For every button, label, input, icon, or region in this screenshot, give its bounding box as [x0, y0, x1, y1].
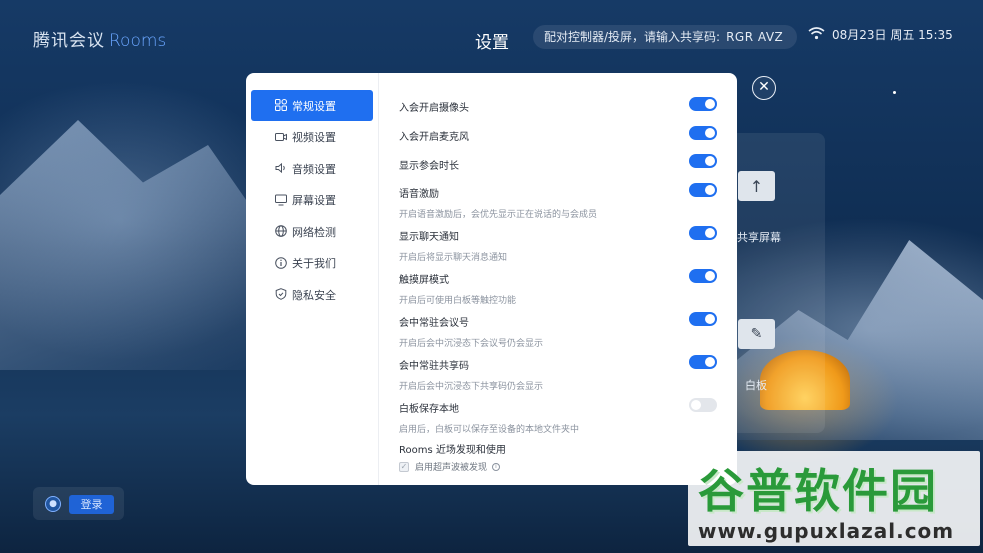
- watermark-brand: 谷普软件园: [698, 464, 938, 518]
- ultrasonic-discovery-checkbox[interactable]: ✓: [399, 461, 409, 472]
- ultrasonic-discovery-row: ✓ 启用超声波被发现 i: [399, 460, 501, 473]
- setting-description: 开启后可使用白板等触控功能: [399, 296, 517, 306]
- logo-main-text: 腾讯会议: [33, 31, 105, 51]
- settings-dialog: 常规设置 视频设置 音频设置 屏幕设置 网络检测 关于我们 隐私安全 入会开启摄…: [246, 73, 737, 485]
- setting-title: 语音激励: [399, 189, 439, 200]
- sidebar-item-network[interactable]: 网络检测: [251, 216, 373, 247]
- sidebar-item-screen[interactable]: 屏幕设置: [251, 185, 373, 216]
- share-code: RGR AVZ: [726, 30, 784, 44]
- setting-title: 入会开启麦克风: [399, 132, 469, 143]
- setting-description: 开启后会中沉浸态下会议号仍会显示: [399, 339, 544, 349]
- pen-icon: ✎: [750, 326, 763, 342]
- site-watermark: 谷普软件园 www.gupuxlazal.com: [688, 451, 980, 546]
- grid-icon: [275, 99, 287, 111]
- sidebar-item-about[interactable]: 关于我们: [251, 248, 373, 279]
- setting-description: 开启后会中沉浸态下共享码仍会显示: [399, 382, 544, 392]
- sidebar-item-label: 屏幕设置: [292, 194, 336, 207]
- setting-camera-on-join: 入会开启摄像头: [399, 99, 729, 114]
- info-icon: [275, 256, 287, 269]
- setting-title: 触摸屏模式: [399, 275, 449, 286]
- sidebar-item-label: 网络检测: [292, 225, 336, 239]
- setting-title: 显示参会时长: [399, 161, 459, 172]
- sidebar-item-video[interactable]: 视频设置: [251, 122, 373, 153]
- toggle-pin-meeting-id[interactable]: [689, 312, 717, 326]
- decorative-dot: [893, 91, 896, 94]
- toggle-chat-notify[interactable]: [689, 226, 717, 240]
- info-icon[interactable]: i: [492, 462, 501, 471]
- toggle-mic-on-join[interactable]: [689, 126, 717, 140]
- watermark-url: www.gupuxlazal.com: [698, 519, 955, 543]
- setting-pin-meeting-id: 会中常驻会议号 开启后会中沉浸态下会议号仍会显示: [399, 314, 729, 349]
- sidebar-item-label: 隐私安全: [292, 288, 336, 302]
- setting-description: 开启语音激励后，会优先显示正在说话的与会成员: [399, 210, 598, 220]
- setting-whiteboard-save-local: 白板保存本地 启用后，白板可以保存至设备的本地文件夹中: [399, 400, 729, 435]
- sidebar-item-label: 音频设置: [292, 162, 336, 176]
- whiteboard-label: 白板: [745, 379, 767, 392]
- logo-rooms-text: Rooms: [109, 31, 167, 51]
- whiteboard-button[interactable]: ✎: [738, 319, 775, 349]
- setting-voice-activation: 语音激励 开启语音激励后，会优先显示正在说话的与会成员: [399, 185, 729, 220]
- toggle-camera-on-join[interactable]: [689, 97, 717, 111]
- settings-content: 入会开启摄像头 入会开启麦克风 显示参会时长 语音激励 开启语音激励后，会优先显…: [399, 73, 729, 485]
- setting-chat-notify: 显示聊天通知 开启后将显示聊天消息通知: [399, 228, 729, 263]
- datetime-display: 08月23日 周五 15:35: [832, 28, 953, 42]
- login-status-icon: ●: [45, 496, 61, 512]
- setting-mic-on-join: 入会开启麦克风: [399, 128, 729, 143]
- share-screen-button[interactable]: ↑: [738, 171, 775, 201]
- settings-sidebar: 常规设置 视频设置 音频设置 屏幕设置 网络检测 关于我们 隐私安全: [246, 73, 379, 485]
- sidebar-item-label: 常规设置: [292, 99, 336, 113]
- setting-title: 入会开启摄像头: [399, 103, 469, 114]
- setting-title: 白板保存本地: [399, 404, 459, 415]
- setting-description: 启用后，白板可以保存至设备的本地文件夹中: [399, 425, 580, 435]
- setting-title: 会中常驻共享码: [399, 361, 469, 372]
- toggle-voice-activation[interactable]: [689, 183, 717, 197]
- toggle-touch-mode[interactable]: [689, 269, 717, 283]
- share-screen-label: 共享屏幕: [737, 231, 781, 244]
- setting-pin-share-code: 会中常驻共享码 开启后会中沉浸态下共享码仍会显示: [399, 357, 729, 392]
- login-button[interactable]: 登录: [69, 495, 114, 514]
- pairing-instruction: 配对控制器/投屏，请输入共享码:: [544, 30, 721, 44]
- sidebar-item-privacy[interactable]: 隐私安全: [251, 279, 373, 310]
- setting-show-duration: 显示参会时长: [399, 157, 729, 172]
- page-title: 设置: [475, 33, 509, 53]
- sidebar-item-audio[interactable]: 音频设置: [251, 153, 373, 184]
- setting-title: 显示聊天通知: [399, 232, 459, 243]
- globe-icon: [275, 225, 287, 237]
- setting-title: 会中常驻会议号: [399, 318, 469, 329]
- wifi-icon: [808, 27, 825, 40]
- toggle-show-duration[interactable]: [689, 154, 717, 168]
- shield-icon: [275, 288, 287, 300]
- sidebar-item-label: 关于我们: [292, 257, 336, 270]
- app-logo: 腾讯会议 Rooms: [33, 26, 166, 51]
- toggle-whiteboard-save-local[interactable]: [689, 398, 717, 412]
- monitor-icon: [275, 194, 287, 205]
- sidebar-item-label: 视频设置: [292, 131, 336, 144]
- camera-icon: [275, 132, 287, 141]
- setting-rooms-discovery: Rooms 近场发现和使用: [399, 441, 729, 456]
- pairing-code-banner: 配对控制器/投屏，请输入共享码: RGR AVZ: [533, 25, 797, 49]
- speaker-icon: [275, 162, 285, 174]
- sidebar-item-general[interactable]: 常规设置: [251, 90, 373, 121]
- setting-title: Rooms 近场发现和使用: [399, 445, 506, 456]
- toggle-pin-share-code[interactable]: [689, 355, 717, 369]
- upload-arrow-icon: ↑: [749, 176, 764, 196]
- setting-description: 开启后将显示聊天消息通知: [399, 253, 508, 263]
- close-settings-button[interactable]: ✕: [752, 76, 776, 100]
- close-icon: ✕: [758, 79, 770, 95]
- setting-touch-mode: 触摸屏模式 开启后可使用白板等触控功能: [399, 271, 729, 306]
- ultrasonic-discovery-label: 启用超声波被发现: [415, 463, 488, 473]
